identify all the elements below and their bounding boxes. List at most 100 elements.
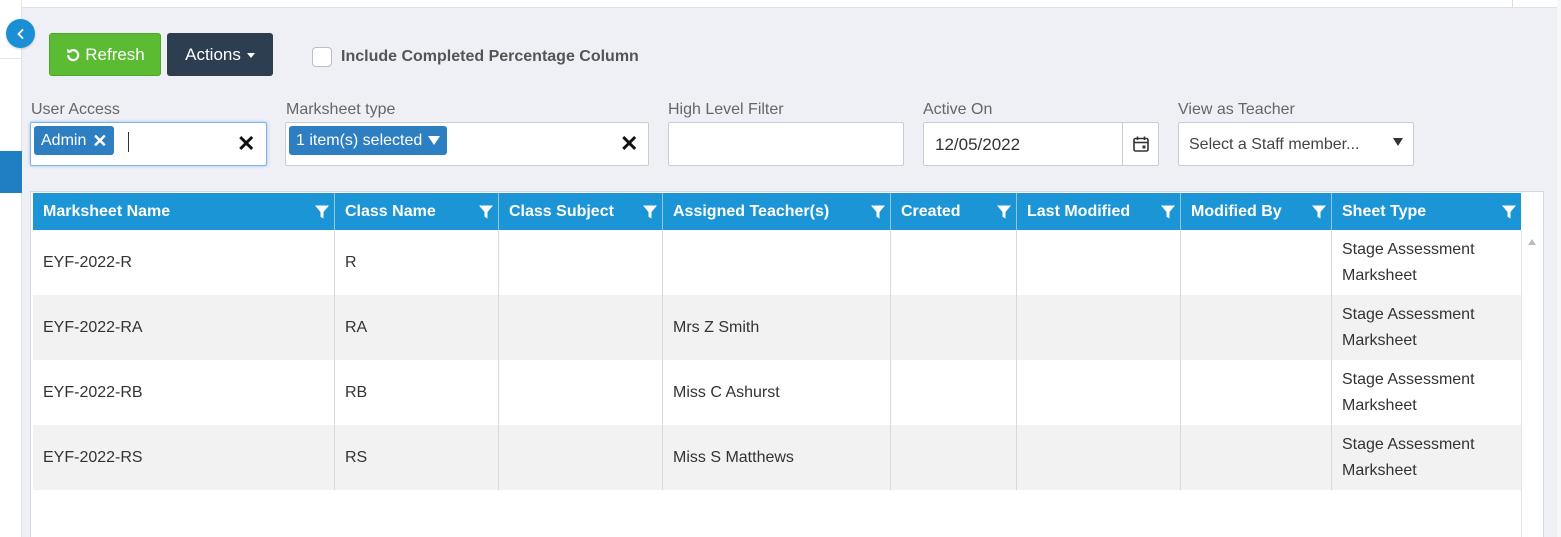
sheet-type-line: Stage Assessment	[1342, 305, 1475, 323]
assigned-teacher-cell: Miss C Ashurst	[663, 360, 891, 425]
high-level-filter-label: High Level Filter	[668, 101, 784, 118]
last-modified-cell	[1017, 425, 1181, 490]
filter-icon[interactable]	[314, 204, 330, 220]
sheet-type-cell: Stage Assessment Marksheet	[1332, 295, 1521, 360]
view-as-teacher-label: View as Teacher	[1178, 101, 1295, 118]
created-cell	[891, 360, 1017, 425]
chevron-left-icon	[16, 28, 23, 39]
created-cell	[891, 425, 1017, 490]
sheet-type-line: Stage Assessment	[1342, 370, 1475, 388]
active-on-date-field[interactable]: 12/05/2022	[923, 122, 1159, 166]
marksheet-name-cell[interactable]: EYF-2022-R	[33, 230, 335, 295]
filter-icon[interactable]	[1501, 204, 1517, 220]
column-header-last-modified[interactable]: Last Modified	[1017, 193, 1181, 230]
column-header-class-name[interactable]: Class Name	[335, 193, 499, 230]
sheet-type-cell: Stage Assessment Marksheet	[1332, 425, 1521, 490]
high-level-filter-input[interactable]	[668, 122, 904, 166]
marksheet-type-chip[interactable]: 1 item(s) selected	[289, 126, 448, 155]
marksheet-type-chip-label: 1 item(s) selected	[296, 131, 423, 149]
column-header-assigned-teachers[interactable]: Assigned Teacher(s)	[663, 193, 891, 230]
calendar-button[interactable]	[1122, 123, 1158, 165]
refresh-button[interactable]: Refresh	[49, 33, 161, 76]
sheet-type-cell: Stage Assessment Marksheet	[1332, 360, 1521, 425]
include-completed-label: Include Completed Percentage Column	[341, 48, 639, 65]
column-header-label: Assigned Teacher(s)	[673, 202, 830, 220]
active-on-value: 12/05/2022	[935, 135, 1021, 154]
marksheet-name-cell[interactable]: EYF-2022-RB	[33, 360, 335, 425]
sidebar-collapse-button[interactable]	[6, 19, 35, 48]
sheet-type-line: Marksheet	[1342, 266, 1417, 284]
text-cursor	[128, 132, 129, 152]
calendar-icon	[1132, 136, 1149, 152]
grid-header: Marksheet Name Class Name Class Subject …	[33, 193, 1521, 230]
sheet-type-line: Marksheet	[1342, 396, 1417, 414]
marksheet-type-label: Marksheet type	[286, 101, 396, 118]
assigned-teacher-cell: Miss S Matthews	[663, 425, 891, 490]
table-row[interactable]: EYF-2022-R R Stage Assessment Marksheet	[33, 230, 1521, 295]
class-name-cell: RB	[335, 360, 499, 425]
grid-vertical-scrollbar[interactable]	[1521, 230, 1543, 537]
filter-icon[interactable]	[478, 204, 494, 220]
filter-icon[interactable]	[996, 204, 1012, 220]
class-name-cell: RA	[335, 295, 499, 360]
user-access-label: User Access	[31, 101, 120, 118]
side-nav-divider	[0, 58, 22, 59]
modified-by-cell	[1181, 425, 1332, 490]
class-subject-cell	[499, 425, 663, 490]
actions-dropdown-button[interactable]: Actions	[167, 33, 273, 76]
remove-chip-icon[interactable]: ✕	[92, 132, 107, 150]
column-header-class-subject[interactable]: Class Subject	[499, 193, 663, 230]
column-header-label: Marksheet Name	[43, 202, 171, 220]
column-header-label: Created	[901, 202, 961, 220]
marksheet-type-multiselect[interactable]: 1 item(s) selected ✕	[285, 122, 649, 166]
filter-icon[interactable]	[870, 204, 886, 220]
table-row[interactable]: EYF-2022-RS RS Miss S Matthews Stage Ass…	[33, 425, 1521, 490]
view-as-teacher-select[interactable]: Select a Staff member...	[1178, 122, 1414, 166]
refresh-icon	[67, 48, 80, 61]
class-subject-cell	[499, 360, 663, 425]
user-access-multiselect[interactable]: Admin ✕ ✕	[30, 122, 267, 166]
dropdown-triangle-icon	[428, 136, 441, 145]
class-subject-cell	[499, 230, 663, 295]
marksheet-name-cell[interactable]: EYF-2022-RA	[33, 295, 335, 360]
marksheet-name-cell[interactable]: EYF-2022-RS	[33, 425, 335, 490]
scroll-up-arrow-icon[interactable]	[1528, 239, 1536, 245]
created-cell	[891, 295, 1017, 360]
modified-by-cell	[1181, 295, 1332, 360]
filter-icon[interactable]	[642, 204, 658, 220]
modified-by-cell	[1181, 230, 1332, 295]
top-bar	[22, 0, 1561, 8]
column-header-created[interactable]: Created	[891, 193, 1017, 230]
user-access-chip[interactable]: Admin ✕	[34, 126, 115, 155]
last-modified-cell	[1017, 360, 1181, 425]
assigned-teacher-cell: Mrs Z Smith	[663, 295, 891, 360]
sheet-type-line: Stage Assessment	[1342, 435, 1475, 453]
include-completed-checkbox[interactable]	[312, 47, 332, 67]
side-nav-active-marker	[0, 151, 22, 193]
assigned-teacher-cell	[663, 230, 891, 295]
marksheet-grid: Marksheet Name Class Name Class Subject …	[30, 191, 1544, 537]
refresh-label: Refresh	[85, 44, 145, 64]
table-row[interactable]: EYF-2022-RA RA Mrs Z Smith Stage Assessm…	[33, 295, 1521, 360]
last-modified-cell	[1017, 230, 1181, 295]
created-cell	[891, 230, 1017, 295]
clear-user-access-icon[interactable]: ✕	[237, 133, 255, 155]
last-modified-cell	[1017, 295, 1181, 360]
column-header-label: Class Subject	[509, 202, 614, 220]
class-name-cell: RS	[335, 425, 499, 490]
table-row[interactable]: EYF-2022-RB RB Miss C Ashurst Stage Asse…	[33, 360, 1521, 425]
column-header-label: Modified By	[1191, 202, 1282, 220]
modified-by-cell	[1181, 360, 1332, 425]
column-header-sheet-type[interactable]: Sheet Type	[1332, 193, 1521, 230]
view-as-teacher-placeholder: Select a Staff member...	[1189, 136, 1360, 153]
filter-icon[interactable]	[1311, 204, 1327, 220]
column-header-marksheet-name[interactable]: Marksheet Name	[33, 193, 335, 230]
include-completed-toggle[interactable]: Include Completed Percentage Column	[312, 47, 639, 67]
column-header-label: Class Name	[345, 202, 436, 220]
sheet-type-line: Stage Assessment	[1342, 240, 1475, 258]
filter-icon[interactable]	[1160, 204, 1176, 220]
column-header-modified-by[interactable]: Modified By	[1181, 193, 1332, 230]
page-right-edge	[1557, 0, 1561, 537]
clear-marksheet-type-icon[interactable]: ✕	[620, 133, 638, 155]
sheet-type-cell: Stage Assessment Marksheet	[1332, 230, 1521, 295]
